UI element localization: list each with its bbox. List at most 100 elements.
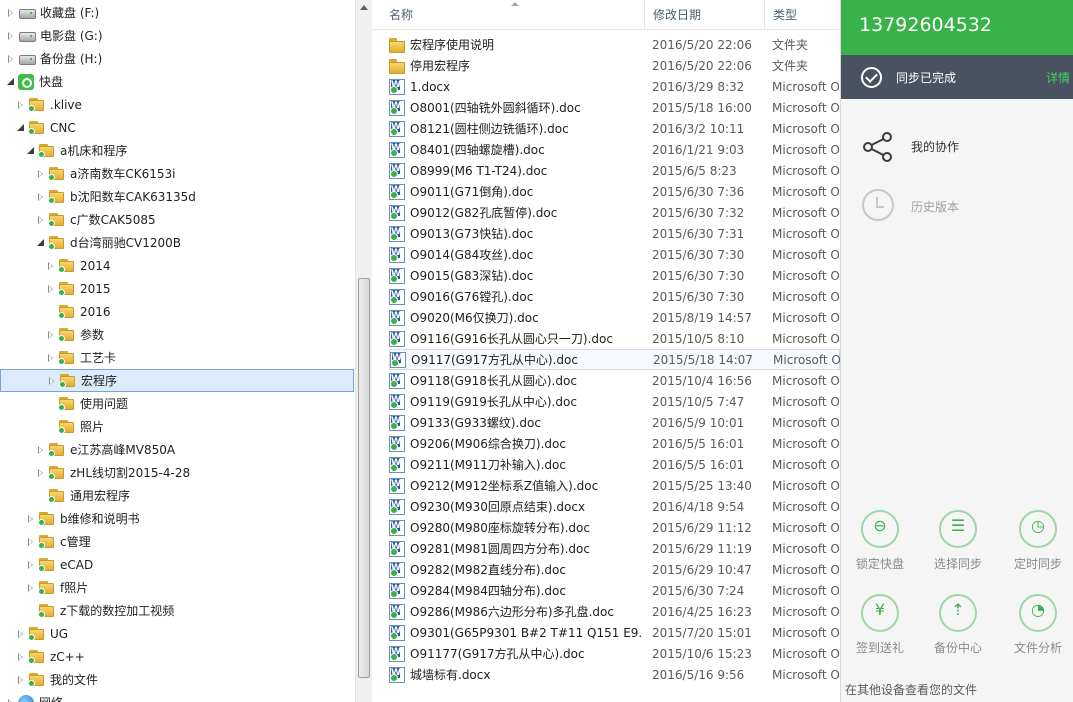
file-row[interactable]: O9284(M984四轴分布).doc 2015/6/30 7:24 Microso… (389, 580, 840, 601)
collapsed-arrow-icon[interactable] (46, 284, 56, 294)
file-row[interactable]: 城墙标有.docx 2016/5/16 9:56 Microsoft Office (389, 664, 840, 685)
collapsed-arrow-icon[interactable] (6, 698, 16, 702)
file-row[interactable]: O9116(G916长孔从圆心只一刀).doc 2015/10/5 8:10 Mic… (389, 328, 840, 349)
tree-item[interactable]: f照片 (0, 576, 354, 599)
file-row[interactable]: O9020(M6仅换刀).doc 2015/8/19 14:57 Microsoft… (389, 307, 840, 328)
file-row[interactable]: O8999(M6 T1-T24).doc 2015/6/5 8:23 Microso… (389, 160, 840, 181)
other-devices-link[interactable]: 在其他设备查看您的文件 (845, 681, 977, 698)
file-row[interactable]: O9015(G83深钻).doc 2015/6/30 7:30 Microsoft … (389, 265, 840, 286)
tree-item[interactable]: CNC (0, 116, 354, 139)
expanded-arrow-icon[interactable] (6, 77, 16, 87)
collapsed-arrow-icon[interactable] (36, 468, 46, 478)
tree-item[interactable]: a机床和程序 (0, 139, 354, 162)
collapsed-arrow-icon[interactable] (47, 376, 57, 386)
file-row[interactable]: O9280(M980座标旋转分布).doc 2015/6/29 11:12 Micr… (389, 517, 840, 538)
tree-item[interactable]: d台湾丽驰CV1200B (0, 231, 354, 254)
tool-lock[interactable]: ⊖ 锁定快盘 (843, 510, 913, 580)
tree-item[interactable]: 我的文件 (0, 668, 354, 691)
collapsed-arrow-icon[interactable] (16, 675, 26, 685)
file-row[interactable]: 停用宏程序 2016/5/20 22:06 文件夹 (389, 55, 840, 76)
collapsed-arrow-icon[interactable] (26, 514, 36, 524)
expanded-arrow-icon[interactable] (36, 238, 46, 248)
file-row[interactable]: O9119(G919长孔从中心).doc 2015/10/5 7:47 Micros… (389, 391, 840, 412)
tree-item[interactable]: 使用问题 (0, 392, 354, 415)
tree-item[interactable]: 参数 (0, 323, 354, 346)
my-collaboration-item[interactable]: 我的协作 (841, 126, 1073, 166)
file-row[interactable]: O9206(M906综合换刀).doc 2016/5/5 16:01 Microso… (389, 433, 840, 454)
file-row[interactable]: O9013(G73快钻).doc 2015/6/30 7:31 Microsoft … (389, 223, 840, 244)
tree-scrollbar-thumb[interactable] (358, 278, 370, 678)
tool-alarm-clock[interactable]: ◷ 定时同步 (1001, 510, 1071, 580)
collapsed-arrow-icon[interactable] (36, 215, 46, 225)
tree-item[interactable]: 备份盘 (H:) (0, 47, 354, 70)
collapsed-arrow-icon[interactable] (16, 652, 26, 662)
file-row[interactable]: O9014(G84攻丝).doc 2015/6/30 7:30 Microsoft … (389, 244, 840, 265)
tree-item[interactable]: e江苏高峰MV850A (0, 438, 354, 461)
collapsed-arrow-icon[interactable] (6, 8, 16, 18)
file-row[interactable]: O9282(M982直线分布).doc 2015/6/29 10:47 Micros… (389, 559, 840, 580)
tree-item[interactable]: 通用宏程序 (0, 484, 354, 507)
tool-checklist[interactable]: ☰ 选择同步 (921, 510, 991, 580)
tree-item[interactable]: UG (0, 622, 354, 645)
file-row[interactable]: O9011(G71倒角).doc 2015/6/30 7:36 Microsoft … (389, 181, 840, 202)
tree-item[interactable]: 2016 (0, 300, 354, 323)
tree-item[interactable]: .klive (0, 93, 354, 116)
tree-item[interactable]: 2014 (0, 254, 354, 277)
tree-item[interactable]: z下载的数控加工视频 (0, 599, 354, 622)
file-row[interactable]: O9012(G82孔底暂停).doc 2015/6/30 7:32 Microsof… (389, 202, 840, 223)
file-row[interactable]: O9133(G933螺纹).doc 2016/5/9 10:01 Microsoft… (389, 412, 840, 433)
collapsed-arrow-icon[interactable] (36, 445, 46, 455)
tool-upload-backup[interactable]: ⇡ 备份中心 (921, 594, 991, 664)
tree-item[interactable]: c广数CAK5085 (0, 208, 354, 231)
file-row[interactable]: 宏程序使用说明 2016/5/20 22:06 文件夹 (389, 34, 840, 55)
tool-yen-gift[interactable]: ¥ 签到送礼 (843, 594, 913, 664)
file-row[interactable]: O9281(M981圆周四方分布).doc 2015/6/29 11:19 Micr… (389, 538, 840, 559)
column-header-date[interactable]: 修改日期 (645, 0, 765, 30)
file-row[interactable]: O9118(G918长孔从圆心).doc 2015/10/4 16:56 Micro… (389, 370, 840, 391)
collapsed-arrow-icon[interactable] (6, 31, 16, 41)
expanded-arrow-icon[interactable] (26, 146, 36, 156)
tree-item[interactable]: b沈阳数车CAK63135d (0, 185, 354, 208)
collapsed-arrow-icon[interactable] (46, 261, 56, 271)
collapsed-arrow-icon[interactable] (46, 330, 56, 340)
tree-item[interactable]: b维修和说明书 (0, 507, 354, 530)
file-row[interactable]: O9286(M986六边形分布)多孔盘.doc 2016/4/25 16:23 Mi… (389, 601, 840, 622)
file-row[interactable]: O8401(四轴螺旋槽).doc 2016/1/21 9:03 Microsoft … (389, 139, 840, 160)
tree-item[interactable]: 宏程序 (0, 369, 354, 392)
tree-item[interactable]: zC++ (0, 645, 354, 668)
tree-scrollbar[interactable] (355, 0, 372, 702)
collapsed-arrow-icon[interactable] (26, 583, 36, 593)
tree-item[interactable]: 工艺卡 (0, 346, 354, 369)
file-row[interactable]: O9230(M930回原点结束).docx 2016/4/18 9:54 Micro… (389, 496, 840, 517)
sync-detail-link[interactable]: 详情 (1046, 69, 1070, 86)
collapsed-arrow-icon[interactable] (36, 169, 46, 179)
tree-item[interactable]: zHL线切割2015-4-28 (0, 461, 354, 484)
collapsed-arrow-icon[interactable] (16, 100, 26, 110)
file-row[interactable]: O8121(圆柱侧边铣循环).doc 2016/3/2 10:11 Microsof… (389, 118, 840, 139)
file-row[interactable]: O9117(G917方孔从中心).doc 2015/5/18 14:07 Micro… (389, 349, 840, 370)
collapsed-arrow-icon[interactable] (46, 353, 56, 363)
file-row[interactable]: O9016(G76镗孔).doc 2015/6/30 7:30 Microsoft … (389, 286, 840, 307)
tool-pie-chart[interactable]: ◔ 文件分析 (1001, 594, 1071, 664)
file-row[interactable]: O9301(G65P9301 B#2 T#11 Q151 E9... 2015/7… (389, 622, 840, 643)
tree-item[interactable]: 照片 (0, 415, 354, 438)
tree-item[interactable]: eCAD (0, 553, 354, 576)
collapsed-arrow-icon[interactable] (6, 54, 16, 64)
file-row[interactable]: 1.docx 2016/3/29 8:32 Microsoft Office (389, 76, 840, 97)
tree-item[interactable]: 网络 (0, 691, 354, 702)
collapsed-arrow-icon[interactable] (26, 537, 36, 547)
history-version-item[interactable]: 历史版本 (841, 186, 1073, 226)
tree-item[interactable]: 2015 (0, 277, 354, 300)
collapsed-arrow-icon[interactable] (26, 560, 36, 570)
file-row[interactable]: O8001(四轴铣外圆斜循环).doc 2015/5/18 16:00 Micros… (389, 97, 840, 118)
file-row[interactable]: O9212(M912坐标系Z值输入).doc 2015/5/25 13:40 Mic… (389, 475, 840, 496)
file-row[interactable]: O91177(G917方孔从中心).doc 2015/10/6 15:23 Micr… (389, 643, 840, 664)
collapsed-arrow-icon[interactable] (36, 192, 46, 202)
column-header-type[interactable]: 类型 (765, 0, 840, 30)
scroll-up-arrow-icon[interactable] (360, 5, 368, 10)
tree-item[interactable]: 电影盘 (G:) (0, 24, 354, 47)
collapsed-arrow-icon[interactable] (16, 629, 26, 639)
tree-item[interactable]: c管理 (0, 530, 354, 553)
tree-item[interactable]: 收藏盘 (F:) (0, 1, 354, 24)
tree-item[interactable]: 快盘 (0, 70, 354, 93)
